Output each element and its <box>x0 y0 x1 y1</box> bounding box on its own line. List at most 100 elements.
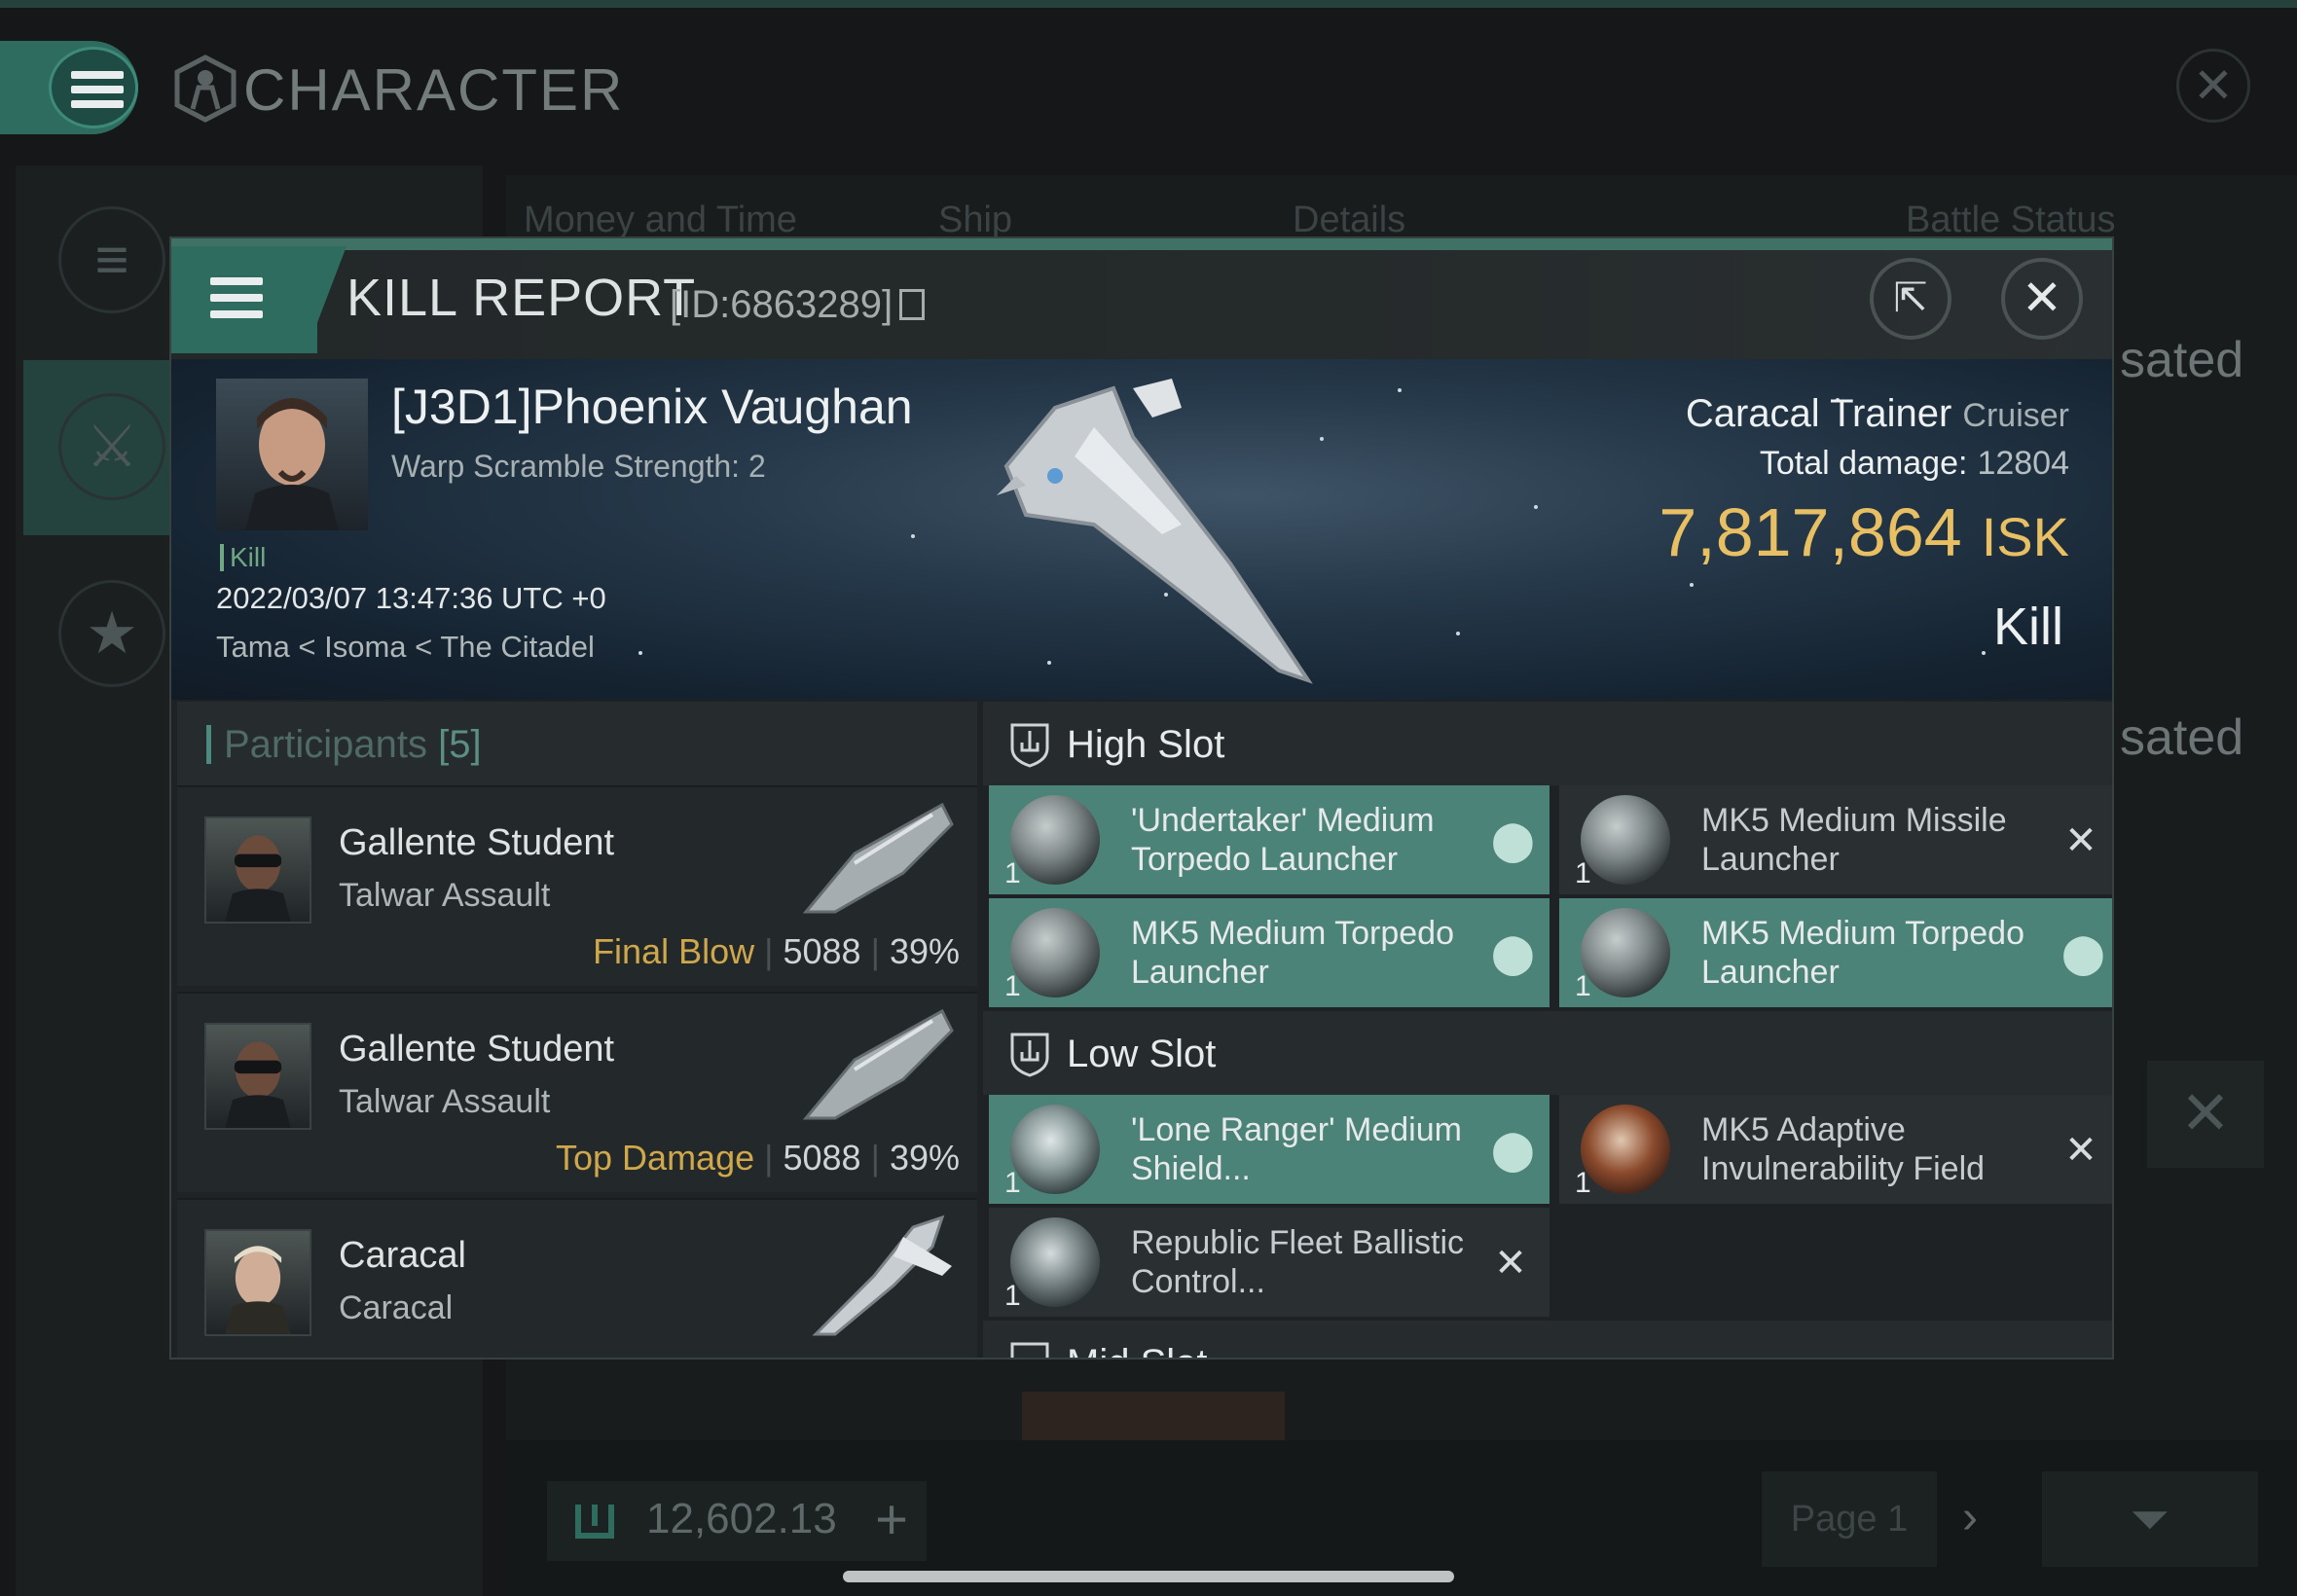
participant-portrait <box>204 1229 311 1336</box>
kill-timestamp: 2022/03/07 13:47:36 UTC +0 <box>216 581 606 615</box>
currency-value: 12,602.13 <box>646 1495 837 1542</box>
destroyed-x-icon: ✕ <box>2064 1129 2097 1172</box>
participant-name: Gallente Student <box>339 822 615 863</box>
victim-banner: [J3D1]Phoenix Vaughan Warp Scramble Stre… <box>171 359 2112 700</box>
next-page-icon[interactable]: › <box>1962 1491 1978 1544</box>
module-name: 'Undertaker' Medium Torpedo Launcher <box>1131 802 1435 878</box>
participant-damage: 5088 <box>783 1138 861 1178</box>
participant-ship: Talwar Assault <box>339 877 551 914</box>
page-close-button[interactable]: ✕ <box>2176 49 2250 123</box>
ship-class-text: Cruiser <box>1962 397 2069 434</box>
page-title: CHARACTER <box>243 57 625 123</box>
victim-portrait[interactable] <box>216 379 368 530</box>
fitting-module[interactable]: 1 MK5 Adaptive Invulnerability Field ✕ <box>1559 1095 2112 1204</box>
module-quantity: 1 <box>1575 857 1591 889</box>
participant-row[interactable]: Caracal Caracal <box>177 1198 977 1358</box>
shield-module-icon <box>1010 1105 1100 1194</box>
isk-amount: 7,817,864 <box>1659 494 1962 570</box>
fitting-module[interactable]: 1 MK5 Medium Missile Launcher ✕ <box>1559 785 2112 894</box>
fitting-module[interactable]: 1 'Lone Ranger' Medium Shield... ⬤ <box>989 1095 1550 1204</box>
module-quantity: 1 <box>1575 1167 1591 1199</box>
share-button[interactable]: ⇱ <box>1870 258 1951 340</box>
participant-name: Gallente Student <box>339 1029 615 1070</box>
warp-scramble-strength: Warp Scramble Strength: 2 <box>391 449 766 484</box>
participant-ship-image <box>812 1215 952 1336</box>
modal-menu-icon[interactable] <box>210 277 263 320</box>
high-slot-header: High Slot <box>983 702 2112 785</box>
fitting-module[interactable]: 1 Republic Fleet Ballistic Control... ✕ <box>989 1208 1550 1317</box>
participant-name: Caracal <box>339 1235 466 1276</box>
kill-result-label: Kill <box>1992 598 2063 656</box>
main-menu-button[interactable] <box>49 47 138 128</box>
participant-percent: 39% <box>889 1138 960 1178</box>
isk-unit: ISK <box>1981 506 2069 567</box>
fitting-module[interactable]: 1 'Undertaker' Medium Torpedo Launcher ⬤ <box>989 785 1550 894</box>
participants-title: Participants <box>224 723 427 766</box>
participants-panel: Participants [5] Gallente Student Talwar… <box>177 702 977 1358</box>
filter-icon[interactable]: ⏷ <box>2042 1471 2258 1567</box>
ship-name-text: Caracal Trainer <box>1685 392 1952 435</box>
kill-report-title: KILL REPORT <box>346 269 697 327</box>
mid-slot-header: Mid Slot <box>983 1321 2112 1358</box>
participants-count: [5] <box>438 723 482 766</box>
module-quantity: 1 <box>1004 857 1021 889</box>
module-quantity: 1 <box>1575 970 1591 1002</box>
destroyed-x-icon: ✕ <box>1494 1242 1527 1285</box>
high-slot-label: High Slot <box>1067 723 1225 766</box>
low-slot-header: Low Slot <box>983 1011 2112 1095</box>
page-indicator[interactable]: Page 1 <box>1762 1471 1937 1567</box>
module-quantity: 1 <box>1004 970 1021 1002</box>
close-button[interactable]: ✕ <box>2001 258 2083 340</box>
dropped-person-icon: ⬤ <box>2061 932 2105 975</box>
participant-stats: Final Blow | 5088 | 39% <box>593 931 960 971</box>
background-table-headers: Money and Time Ship Details Battle Statu… <box>524 200 2217 240</box>
module-name: MK5 Medium Torpedo Launcher <box>1131 915 1454 991</box>
victim-name[interactable]: [J3D1]Phoenix Vaughan <box>391 379 913 435</box>
dropped-person-icon: ⬤ <box>1491 1129 1535 1172</box>
torpedo-launcher-icon <box>1010 908 1100 998</box>
kill-location: Tama < Isoma < The Citadel <box>216 630 595 664</box>
module-name: MK5 Adaptive Invulnerability Field <box>1701 1111 1986 1187</box>
mid-slot-icon <box>1010 1342 1049 1358</box>
module-name: MK5 Medium Torpedo Launcher <box>1701 915 2024 991</box>
participant-ship-image <box>802 802 954 914</box>
missile-launcher-icon <box>1581 795 1670 885</box>
copy-icon[interactable] <box>899 289 925 320</box>
participants-label: Participants [5] <box>224 723 482 767</box>
victim-ship-name[interactable]: Caracal Trainer Cruiser <box>1686 392 2069 436</box>
total-damage-value: 12804 <box>1977 445 2069 482</box>
module-name: Republic Fleet Ballistic Control... <box>1131 1224 1465 1300</box>
participant-row[interactable]: Gallente Student Talwar Assault Top Dama… <box>177 992 977 1192</box>
participant-portrait <box>204 1023 311 1130</box>
header-money-time: Money and Time <box>524 200 797 240</box>
background-status-text: sated <box>2120 332 2244 388</box>
isk-value: 7,817,864 ISK <box>1659 493 2069 571</box>
star-badge-icon[interactable]: ★ <box>58 580 165 687</box>
participant-percent: 39% <box>889 931 960 971</box>
list-menu-icon[interactable]: ≡ <box>58 206 165 313</box>
kill-report-id: [ID:6863289] <box>670 283 893 326</box>
module-quantity: 1 <box>1004 1167 1021 1199</box>
combat-swords-icon[interactable]: ⚔ <box>58 393 165 500</box>
dropped-person-icon: ⬤ <box>1491 819 1535 862</box>
header-details: Details <box>1293 200 1406 240</box>
participants-header-marker <box>206 725 211 764</box>
header-ship: Ship <box>938 200 1013 240</box>
fitting-module[interactable]: 1 MK5 Medium Torpedo Launcher ⬤ <box>989 898 1550 1007</box>
home-indicator[interactable] <box>843 1571 1454 1582</box>
top-damage-tag: Top Damage <box>556 1138 755 1178</box>
high-slot-icon <box>1010 723 1049 768</box>
add-currency-button[interactable]: + <box>857 1481 927 1561</box>
participant-ship: Talwar Assault <box>339 1083 551 1120</box>
wrench-icon[interactable]: ✕ <box>2147 1061 2264 1168</box>
kill-report-modal: KILL REPORT [ID:6863289] ⇱ ✕ [J3D1]Phoen… <box>169 236 2114 1360</box>
character-icon <box>174 54 237 123</box>
participant-row[interactable]: Gallente Student Talwar Assault Final Bl… <box>177 785 977 986</box>
destroyed-x-icon: ✕ <box>2064 819 2097 862</box>
dropped-person-icon: ⬤ <box>1491 932 1535 975</box>
mid-slot-label: Mid Slot <box>1067 1342 1208 1358</box>
victim-ship-image <box>997 379 1313 684</box>
fitting-module[interactable]: 1 MK5 Medium Torpedo Launcher ⬤ <box>1559 898 2112 1007</box>
total-damage-label: Total damage: <box>1759 445 1968 482</box>
low-slot-icon <box>1010 1033 1049 1077</box>
